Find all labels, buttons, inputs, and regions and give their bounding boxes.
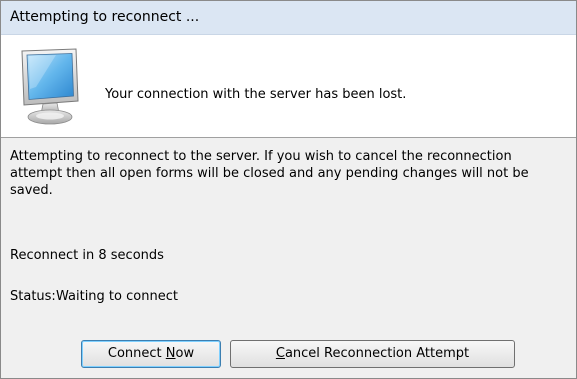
cancel-accelerator: C <box>275 346 285 361</box>
window-title: Attempting to reconnect ... <box>10 9 200 25</box>
status-value: Waiting to connect <box>56 289 178 304</box>
reconnect-description: Attempting to reconnect to the server. I… <box>10 149 529 198</box>
status-label: Status: <box>10 289 56 304</box>
reconnect-countdown: Reconnect in 8 seconds <box>10 248 164 263</box>
connect-now-label-part: Connect <box>107 346 166 361</box>
connection-lost-message: Your connection with the server has been… <box>105 87 407 102</box>
connect-now-accelerator: N <box>165 346 176 361</box>
monitor-icon <box>21 48 79 125</box>
cancel-reconnection-button[interactable]: Cancel Reconnection Attempt <box>230 340 515 368</box>
reconnect-dialog: Attempting to reconnect ... Your connect… <box>0 0 577 379</box>
status-line: Status:Waiting to connect <box>10 289 178 304</box>
connect-now-label-rest: ow <box>175 346 195 361</box>
cancel-label-rest: ancel Reconnection Attempt <box>284 346 470 361</box>
header-panel: Your connection with the server has been… <box>1 35 576 138</box>
connect-now-button[interactable]: Connect Now <box>81 340 221 368</box>
title-bar[interactable]: Attempting to reconnect ... <box>1 1 576 35</box>
